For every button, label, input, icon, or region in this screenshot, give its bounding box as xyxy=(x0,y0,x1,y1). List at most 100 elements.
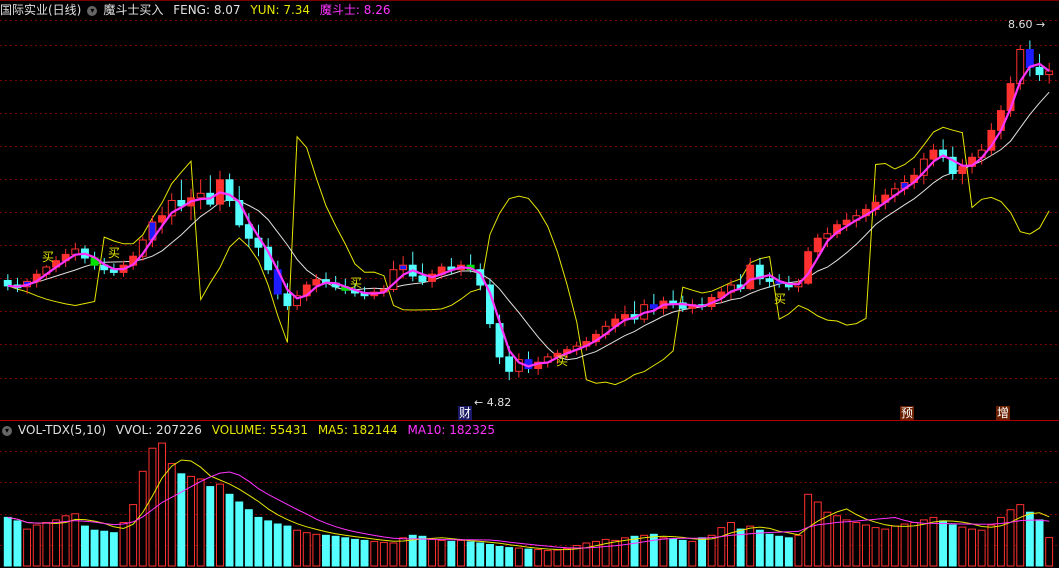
volume-bar xyxy=(987,524,996,567)
vvol-value: VVOL: 207226 xyxy=(115,423,202,437)
candle-body xyxy=(804,251,813,284)
stock-name[interactable]: 国际实业(日线) xyxy=(0,3,81,17)
volume-bar xyxy=(32,524,41,567)
volume-bar xyxy=(235,501,244,567)
volume-bar xyxy=(283,525,292,567)
candle-body xyxy=(746,264,755,290)
volume-bar xyxy=(688,540,697,567)
volume-bar xyxy=(717,527,726,567)
volume-bar xyxy=(621,537,629,567)
volume-bar xyxy=(881,528,890,567)
volume-bar xyxy=(302,532,311,567)
volume-bar xyxy=(823,511,832,567)
volume-bar xyxy=(148,447,157,567)
volume-bar xyxy=(534,549,543,567)
volume-bar xyxy=(890,525,899,567)
candle-body xyxy=(312,279,321,286)
candle-body xyxy=(1045,70,1054,76)
volume-bar xyxy=(862,524,870,567)
volume-bar xyxy=(3,516,12,567)
buy-signal-3: 买 xyxy=(350,276,363,290)
volume-bar xyxy=(23,528,32,567)
volume-bar xyxy=(765,533,774,567)
high-price-label: 8.60 → xyxy=(1008,18,1046,31)
chevron-down-icon[interactable]: ▾ xyxy=(2,425,12,436)
volume-bar xyxy=(81,525,89,567)
volume-bar xyxy=(755,529,764,567)
mods-line xyxy=(7,62,1050,368)
volume-bar xyxy=(399,537,408,567)
yu-marker[interactable]: 预 xyxy=(900,406,915,420)
volume-bar xyxy=(216,483,224,567)
volume-bar xyxy=(977,529,986,567)
buy-signal-5: 买 xyxy=(774,292,787,306)
indicator-name[interactable]: 魔斗士买入 xyxy=(103,3,163,17)
volume-bar xyxy=(543,550,552,567)
volume-bar xyxy=(948,524,957,567)
volume-bar xyxy=(659,537,668,567)
volume-bar xyxy=(447,540,456,567)
volume-bar xyxy=(167,463,176,567)
volume-bar xyxy=(457,539,465,567)
volume-bar xyxy=(929,516,938,567)
volume-bar xyxy=(582,542,591,567)
feng-line xyxy=(7,91,1050,361)
volume-bar xyxy=(649,533,658,567)
chevron-down-icon[interactable]: ▾ xyxy=(87,5,98,16)
yun-value: YUN: 7.34 xyxy=(250,3,311,17)
volume-bar xyxy=(225,493,234,567)
volume-bar xyxy=(379,541,388,567)
candle-body xyxy=(958,165,967,175)
candle-body xyxy=(813,237,822,253)
mods-value: 魔斗士: 8.26 xyxy=(319,3,391,17)
candle-body xyxy=(283,293,292,307)
volume-bar xyxy=(939,520,947,567)
ma5-value: MA5: 182144 xyxy=(317,423,398,437)
volume-bar xyxy=(794,534,803,567)
volume-bar xyxy=(813,501,822,567)
candle-body xyxy=(649,304,658,309)
cai-marker[interactable]: 财 xyxy=(458,406,473,420)
volume-bar xyxy=(273,523,282,567)
candle-body xyxy=(418,275,427,282)
volume-bar xyxy=(109,532,118,567)
volume-bar xyxy=(322,534,330,567)
volume-bar xyxy=(331,535,340,567)
volume-bar xyxy=(698,537,706,567)
volume-bar xyxy=(71,513,80,567)
volume-bar xyxy=(1006,509,1015,567)
price-header: 国际实业(日线) ▾ 魔斗士买入 FENG: 8.07 YUN: 7.34 魔斗士:… xyxy=(0,2,396,18)
volume-bar xyxy=(244,509,253,567)
volume-bar xyxy=(61,515,70,567)
volume-bar xyxy=(505,547,514,567)
volume-bar xyxy=(129,504,138,567)
candle-body xyxy=(1025,49,1034,68)
volume-bar xyxy=(804,493,813,567)
volume-bar xyxy=(852,522,861,567)
volume-indicator-name[interactable]: VOL-TDX(5,10) xyxy=(18,423,106,437)
volume-bar xyxy=(833,515,841,567)
volume-bar xyxy=(187,475,196,567)
buy-signal-1: 买 xyxy=(42,250,55,264)
volume-bar xyxy=(871,527,880,567)
volume-bar xyxy=(254,516,263,567)
volume-bar xyxy=(910,522,919,567)
volume-bar xyxy=(1035,519,1044,567)
candle-body xyxy=(765,278,774,282)
volume-bar xyxy=(476,542,485,567)
volume-bar xyxy=(119,522,128,567)
volume-bar xyxy=(13,520,22,567)
volume-bar xyxy=(640,534,649,567)
volume-bar xyxy=(958,526,967,567)
volume-bar xyxy=(553,549,562,567)
zeng-marker[interactable]: 增 xyxy=(996,406,1011,420)
volume-bar xyxy=(42,522,51,567)
volume-bar xyxy=(177,473,186,567)
volume-bar xyxy=(360,539,369,567)
volume-value: VOLUME: 55431 xyxy=(211,423,308,437)
volume-bar xyxy=(900,523,909,567)
volume-bar xyxy=(418,535,427,567)
volume-bar xyxy=(1045,537,1054,567)
volume-bar xyxy=(341,537,350,567)
volume-bar xyxy=(90,529,99,567)
